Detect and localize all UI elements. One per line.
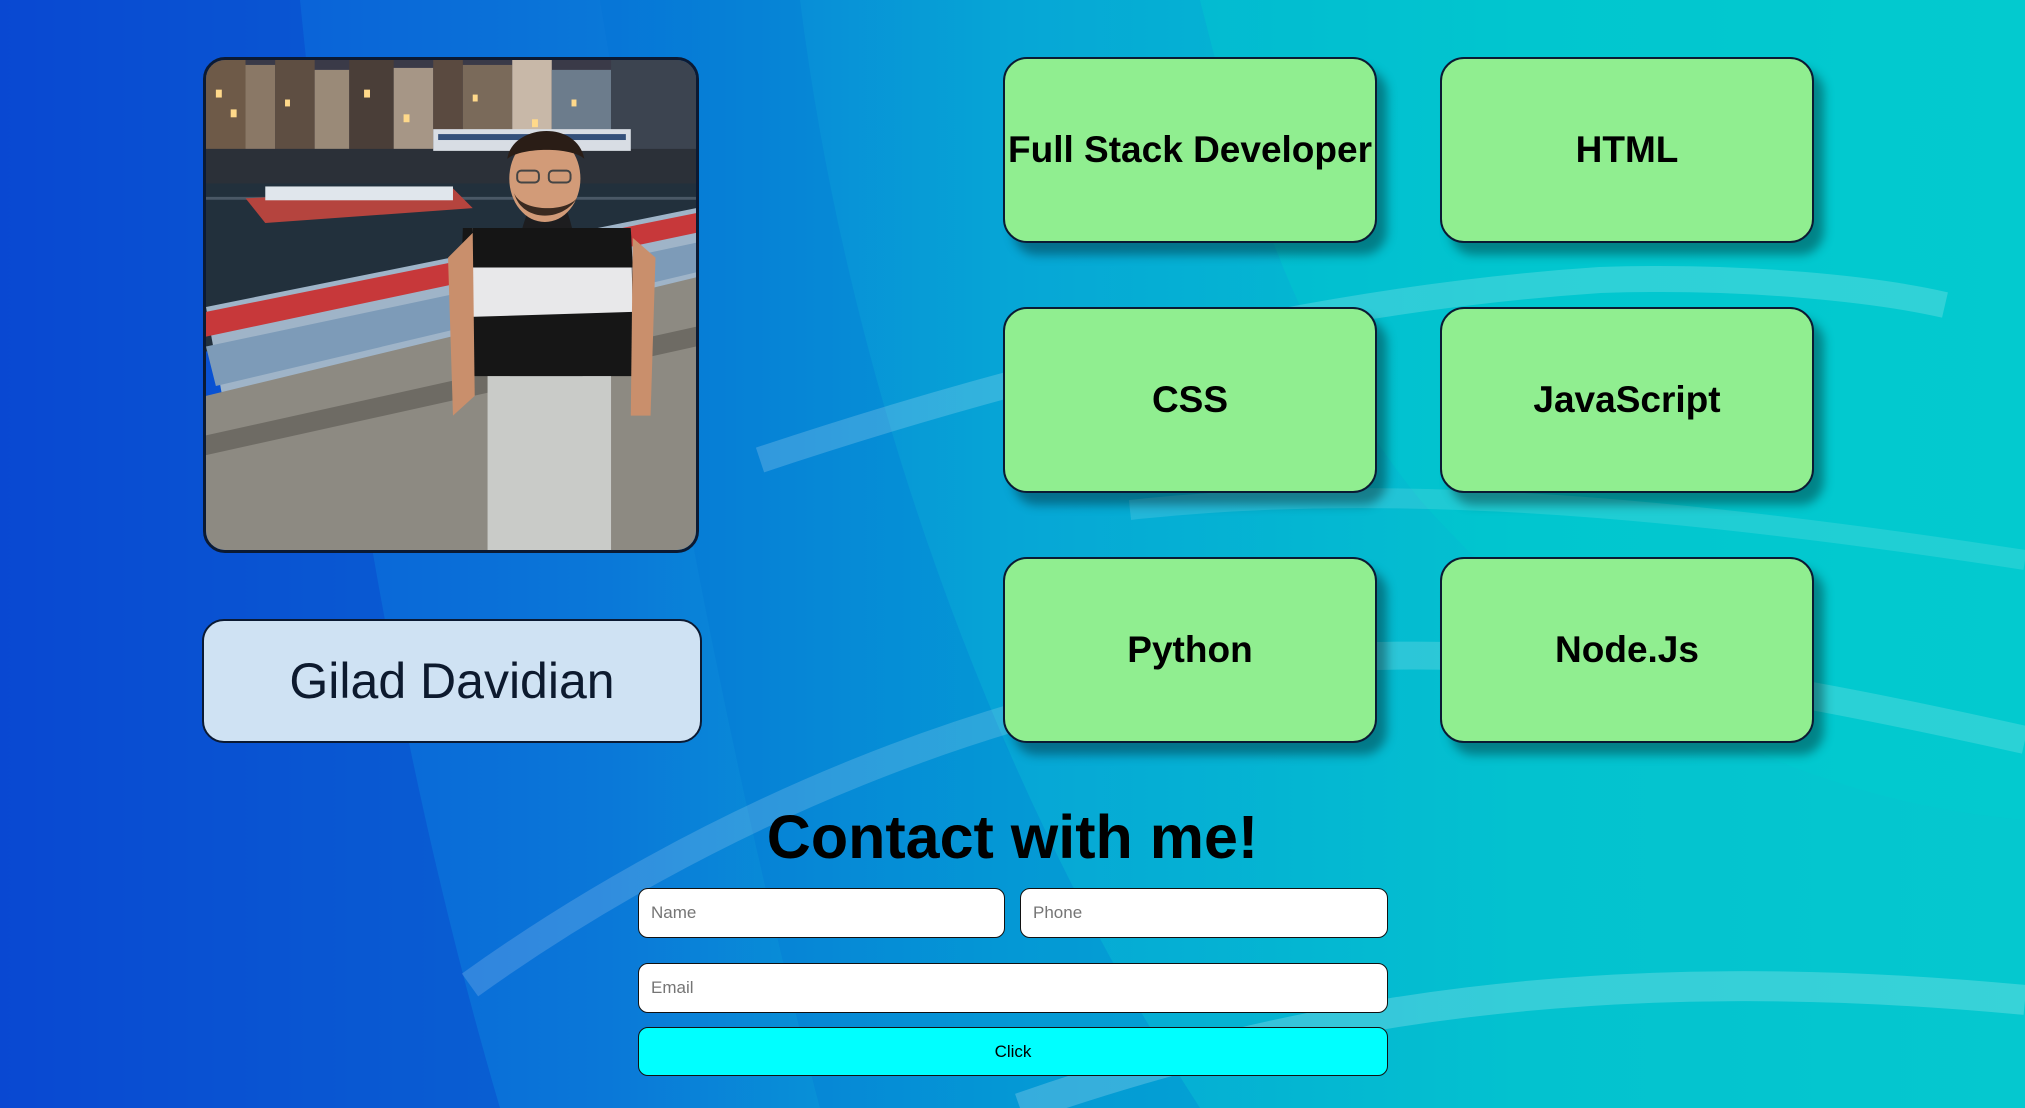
skill-label: CSS [1151, 379, 1229, 420]
skill-label: Full Stack Developer [1008, 129, 1372, 170]
email-input[interactable] [638, 963, 1388, 1013]
profile-name: Gilad Davidian [289, 653, 615, 709]
skill-label: Node.Js [1555, 629, 1699, 670]
skill-label: HTML [1575, 129, 1679, 170]
skill-label: JavaScript [1533, 379, 1721, 420]
name-card: Gilad Davidian [202, 619, 702, 743]
skill-card-javascript[interactable]: JavaScript [1440, 307, 1814, 493]
skill-card-python[interactable]: Python [1003, 557, 1377, 743]
skill-card-css[interactable]: CSS [1003, 307, 1377, 493]
skill-label: Python [1127, 629, 1253, 670]
skill-card-nodejs[interactable]: Node.Js [1440, 557, 1814, 743]
name-input[interactable] [638, 888, 1005, 938]
profile-photo-icon [206, 60, 696, 550]
phone-input[interactable] [1020, 888, 1388, 938]
contact-title: Contact with me! [766, 803, 1259, 871]
skill-card-html[interactable]: HTML [1440, 57, 1814, 243]
profile-photo [203, 57, 699, 553]
skill-card-full-stack-developer[interactable]: Full Stack Developer [1003, 57, 1377, 243]
submit-button[interactable]: Click [638, 1027, 1388, 1076]
